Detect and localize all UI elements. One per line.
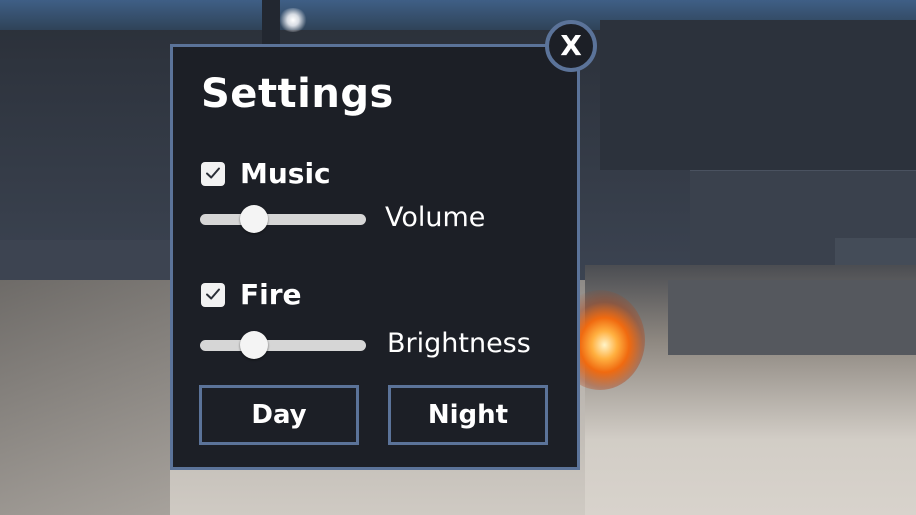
brightness-slider[interactable]	[200, 330, 366, 360]
checkmark-icon	[206, 167, 220, 179]
settings-title: Settings	[201, 71, 394, 117]
slider-track	[200, 340, 366, 351]
checkmark-icon	[206, 288, 220, 300]
lamp-post	[262, 0, 280, 45]
stone-block	[668, 280, 916, 355]
music-label: Music	[240, 157, 331, 190]
music-checkbox[interactable]	[201, 162, 225, 186]
day-button[interactable]: Day	[199, 385, 359, 445]
slider-thumb[interactable]	[240, 205, 269, 233]
volume-slider[interactable]	[200, 204, 366, 234]
settings-panel: Settings Music Volume Fire Brightness Da…	[170, 44, 580, 470]
slider-track	[200, 214, 366, 225]
floor-shadow	[0, 280, 170, 515]
background-wall-right	[600, 20, 916, 170]
slider-thumb[interactable]	[240, 331, 269, 359]
fire-label: Fire	[240, 278, 302, 311]
fire-checkbox[interactable]	[201, 283, 225, 307]
lamp-light	[278, 8, 308, 32]
close-button[interactable]: X	[545, 20, 597, 72]
brightness-label: Brightness	[387, 328, 531, 359]
ledge	[0, 240, 170, 280]
game-scene: Settings Music Volume Fire Brightness Da…	[0, 0, 916, 515]
night-button[interactable]: Night	[388, 385, 548, 445]
volume-label: Volume	[385, 202, 486, 233]
close-icon: X	[560, 29, 582, 62]
